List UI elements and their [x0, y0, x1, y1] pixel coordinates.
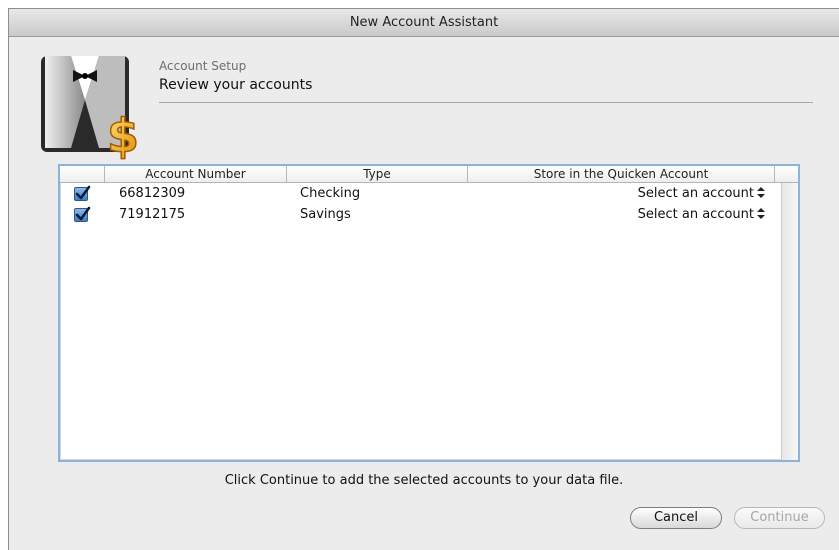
column-header-account-number[interactable]: Account Number: [105, 166, 287, 183]
window-titlebar[interactable]: New Account Assistant: [9, 9, 839, 37]
vertical-scrollbar[interactable]: [781, 183, 798, 460]
column-header-select[interactable]: [60, 166, 105, 183]
up-down-arrows-icon: [757, 208, 765, 219]
select-value: Select an account: [637, 186, 754, 201]
cancel-button[interactable]: Cancel: [630, 507, 722, 529]
account-type-cell: Savings: [300, 207, 351, 222]
header-divider: [159, 102, 813, 103]
step-heading: Review your accounts: [159, 77, 313, 93]
table-row[interactable]: 71912175 Savings Select an account: [60, 204, 783, 225]
svg-text:$: $: [107, 109, 139, 160]
account-checkbox[interactable]: [74, 185, 91, 201]
account-number-cell: 71912175: [119, 207, 186, 222]
up-down-arrows-icon: [757, 187, 765, 198]
checkmark-icon: [75, 206, 91, 221]
account-checkbox[interactable]: [74, 206, 91, 222]
quicken-account-select[interactable]: Select an account: [638, 204, 765, 225]
quicken-account-select[interactable]: Select an account: [638, 183, 765, 204]
table-header: Account Number Type Store in the Quicken…: [60, 166, 798, 183]
quicken-logo-icon: $: [41, 56, 141, 164]
accounts-table[interactable]: Account Number Type Store in the Quicken…: [58, 164, 800, 462]
account-number-cell: 66812309: [119, 186, 186, 201]
table-row[interactable]: 66812309 Checking Select an account: [60, 183, 783, 204]
column-header-store[interactable]: Store in the Quicken Account: [468, 166, 775, 183]
account-type-cell: Checking: [300, 186, 361, 201]
checkmark-icon: [75, 185, 91, 200]
step-subtitle: Account Setup: [159, 59, 247, 73]
continue-button[interactable]: Continue: [734, 507, 825, 529]
assistant-window: New Account Assistant $ Account Setup Re…: [8, 8, 839, 550]
select-value: Select an account: [637, 207, 754, 222]
window-title: New Account Assistant: [349, 15, 499, 30]
column-header-type[interactable]: Type: [287, 166, 468, 183]
instruction-text: Click Continue to add the selected accou…: [224, 473, 624, 488]
